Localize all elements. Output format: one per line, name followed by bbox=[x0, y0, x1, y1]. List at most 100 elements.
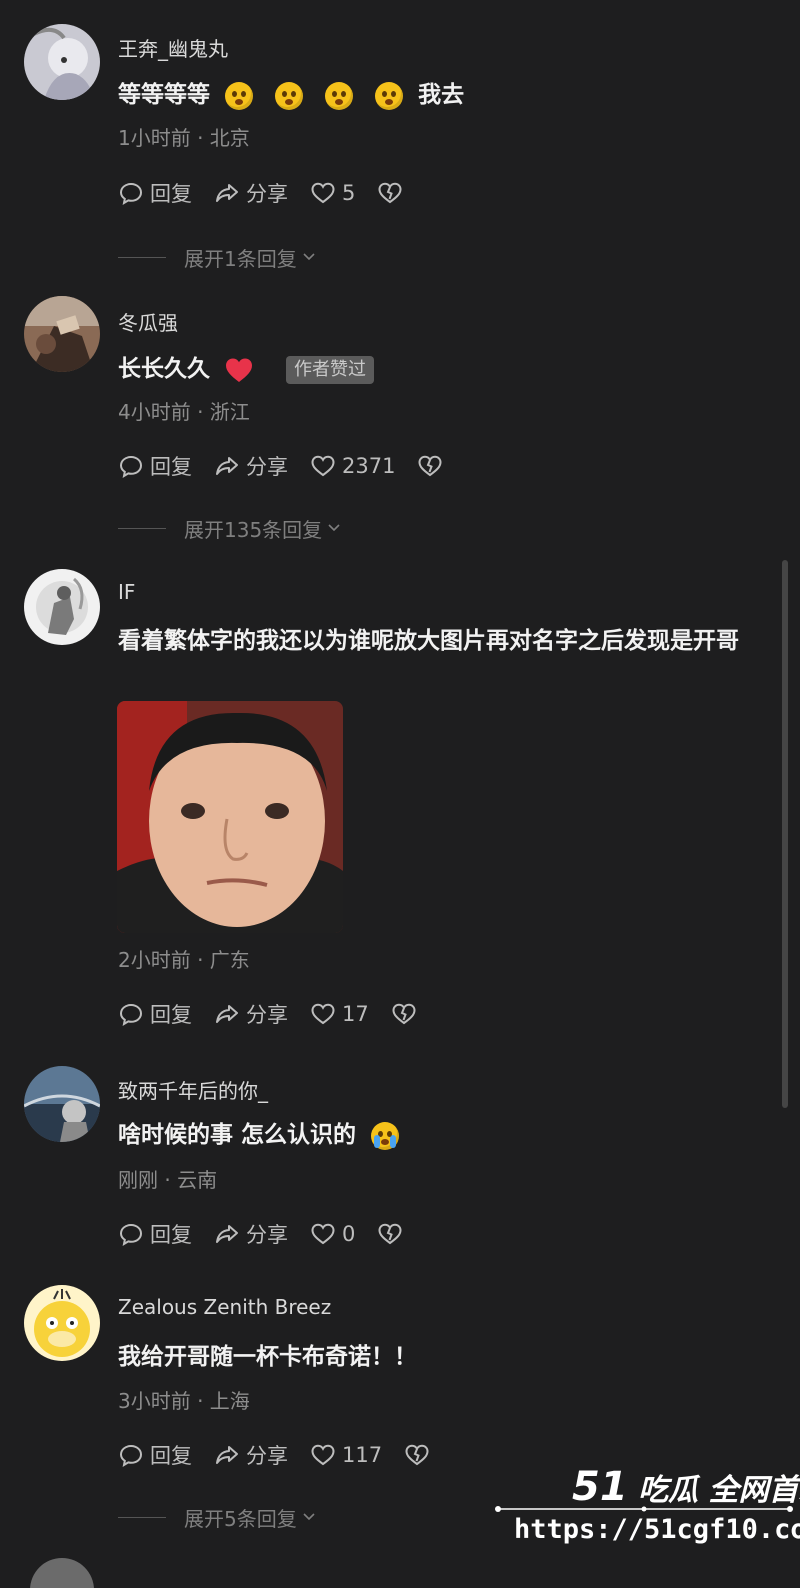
shocked-emoji-icon bbox=[375, 81, 404, 110]
username[interactable]: 王奔_幽鬼丸 bbox=[118, 33, 228, 62]
comment-text-body: 啥时候的事 怎么认识的 bbox=[118, 1122, 357, 1148]
avatar[interactable] bbox=[24, 24, 100, 100]
expand-replies-button[interactable]: 展开135条回复 bbox=[118, 514, 342, 542]
reply-button[interactable]: 回复 bbox=[118, 1219, 192, 1249]
divider-line bbox=[118, 1516, 166, 1518]
watermark-url: https://51cgf10.com bbox=[514, 1514, 800, 1545]
avatar[interactable] bbox=[24, 569, 100, 645]
comment-meta: 3小时前 · 上海 bbox=[118, 1389, 250, 1413]
username[interactable]: 致两千年后的你_ bbox=[118, 1075, 268, 1104]
reply-label: 回复 bbox=[150, 455, 192, 479]
reply-label: 回复 bbox=[150, 1223, 192, 1247]
reply-label: 回复 bbox=[150, 1444, 192, 1468]
share-icon bbox=[216, 1005, 238, 1023]
reply-icon bbox=[119, 1444, 143, 1468]
reply-icon bbox=[119, 182, 143, 206]
comment-meta: 4小时前 · 浙江 bbox=[118, 400, 250, 424]
author-liked-badge: 作者赞过 bbox=[286, 355, 375, 384]
comment-item: 致两千年后的你_ 啥时候的事 怎么认识的 刚刚 · 云南 回复 分享 0 bbox=[0, 1050, 790, 1272]
scrollbar[interactable] bbox=[782, 560, 788, 1108]
heart-icon bbox=[311, 182, 335, 204]
like-button[interactable]: 2371 bbox=[310, 453, 395, 479]
share-icon bbox=[216, 457, 238, 475]
share-icon bbox=[216, 1446, 238, 1464]
watermark: 51 吃瓜 全网首发 https://51cgf10.com bbox=[494, 1458, 800, 1568]
like-button[interactable]: 0 bbox=[310, 1221, 355, 1247]
dislike-button[interactable] bbox=[377, 180, 403, 206]
shocked-emoji-icon bbox=[325, 81, 354, 110]
share-button[interactable]: 分享 bbox=[214, 451, 288, 481]
avatar[interactable] bbox=[30, 1558, 94, 1588]
comment-text: 看着繁体字的我还以为谁呢放大图片再对名字之后发现是开哥 bbox=[118, 628, 739, 654]
avatar[interactable] bbox=[24, 296, 100, 372]
shocked-emoji-icon bbox=[225, 81, 254, 110]
dislike-button[interactable] bbox=[391, 1001, 417, 1027]
like-button[interactable]: 5 bbox=[310, 180, 355, 206]
reply-icon bbox=[119, 1223, 143, 1247]
reply-button[interactable]: 回复 bbox=[118, 999, 192, 1029]
crying-emoji-icon bbox=[371, 1121, 400, 1150]
divider-line bbox=[118, 256, 166, 258]
comment-text: 啥时候的事 怎么认识的 bbox=[118, 1114, 760, 1156]
avatar[interactable] bbox=[24, 1285, 100, 1361]
username[interactable]: IF bbox=[118, 580, 135, 604]
avatar[interactable] bbox=[24, 1066, 100, 1142]
like-button[interactable]: 117 bbox=[310, 1442, 382, 1468]
comment-text-tail: 我去 bbox=[418, 82, 465, 108]
share-button[interactable]: 分享 bbox=[214, 1219, 288, 1249]
comment-actions: 回复 分享 17 bbox=[118, 999, 439, 1029]
divider-line bbox=[118, 527, 166, 529]
expand-replies-button[interactable]: 展开1条回复 bbox=[118, 243, 317, 271]
share-button[interactable]: 分享 bbox=[214, 1440, 288, 1470]
dislike-button[interactable] bbox=[377, 1221, 403, 1247]
share-label: 分享 bbox=[246, 1223, 288, 1247]
comment-meta: 2小时前 · 广东 bbox=[118, 948, 250, 972]
expand-replies-label: 展开135条回复 bbox=[184, 517, 323, 542]
reply-button[interactable]: 回复 bbox=[118, 1440, 192, 1470]
share-label: 分享 bbox=[246, 1444, 288, 1468]
share-icon bbox=[216, 1225, 238, 1243]
reply-button[interactable]: 回复 bbox=[118, 451, 192, 481]
broken-heart-icon bbox=[405, 1444, 429, 1466]
comment-actions: 回复 分享 2371 bbox=[118, 451, 465, 481]
reply-label: 回复 bbox=[150, 1003, 192, 1027]
broken-heart-icon bbox=[378, 182, 402, 204]
dislike-button[interactable] bbox=[404, 1442, 430, 1468]
comment-image[interactable] bbox=[117, 701, 343, 933]
share-label: 分享 bbox=[246, 455, 288, 479]
comment-meta: 1小时前 · 北京 bbox=[118, 126, 250, 150]
comment-item: IF 看着繁体字的我还以为谁呢放大图片再对名字之后发现是开哥 2小时前 · 广东… bbox=[0, 550, 790, 1050]
expand-replies-label: 展开1条回复 bbox=[184, 246, 297, 271]
comment-item: 冬瓜强 长长久久 作者赞过 4小时前 · 浙江 回复 分享 2371 展开135… bbox=[0, 280, 790, 550]
reply-icon bbox=[119, 455, 143, 479]
comment-actions: 回复 分享 117 bbox=[118, 1440, 452, 1470]
username[interactable]: Zealous Zenith Breez bbox=[118, 1295, 331, 1319]
red-heart-icon bbox=[226, 358, 253, 382]
share-label: 分享 bbox=[246, 182, 288, 206]
comment-text: 等等等等 我去 bbox=[118, 74, 760, 116]
broken-heart-icon bbox=[418, 455, 442, 477]
share-icon bbox=[216, 184, 238, 202]
heart-icon bbox=[311, 1444, 335, 1466]
broken-heart-icon bbox=[392, 1003, 416, 1025]
like-count: 5 bbox=[342, 181, 356, 205]
comment-item: 王奔_幽鬼丸 等等等等 我去 1小时前 · 北京 回复 分享 5 展开1条回复 bbox=[0, 0, 790, 280]
share-button[interactable]: 分享 bbox=[214, 999, 288, 1029]
username[interactable]: 冬瓜强 bbox=[118, 307, 178, 336]
expand-replies-button[interactable]: 展开5条回复 bbox=[118, 1503, 317, 1531]
watermark-logo-text: 吃瓜 全网首发 bbox=[638, 1473, 800, 1508]
heart-icon bbox=[311, 455, 335, 477]
like-button[interactable]: 17 bbox=[310, 1001, 369, 1027]
chevron-down-icon bbox=[303, 253, 315, 261]
comment-text-body: 等等等等 bbox=[118, 82, 210, 108]
dislike-button[interactable] bbox=[417, 453, 443, 479]
like-count: 117 bbox=[342, 1443, 383, 1467]
share-button[interactable]: 分享 bbox=[214, 178, 288, 208]
reply-label: 回复 bbox=[150, 182, 192, 206]
like-count: 17 bbox=[342, 1002, 369, 1026]
shocked-emoji-icon bbox=[275, 81, 304, 110]
like-count: 2371 bbox=[342, 454, 396, 478]
like-count: 0 bbox=[342, 1222, 356, 1246]
reply-button[interactable]: 回复 bbox=[118, 178, 192, 208]
share-label: 分享 bbox=[246, 1003, 288, 1027]
